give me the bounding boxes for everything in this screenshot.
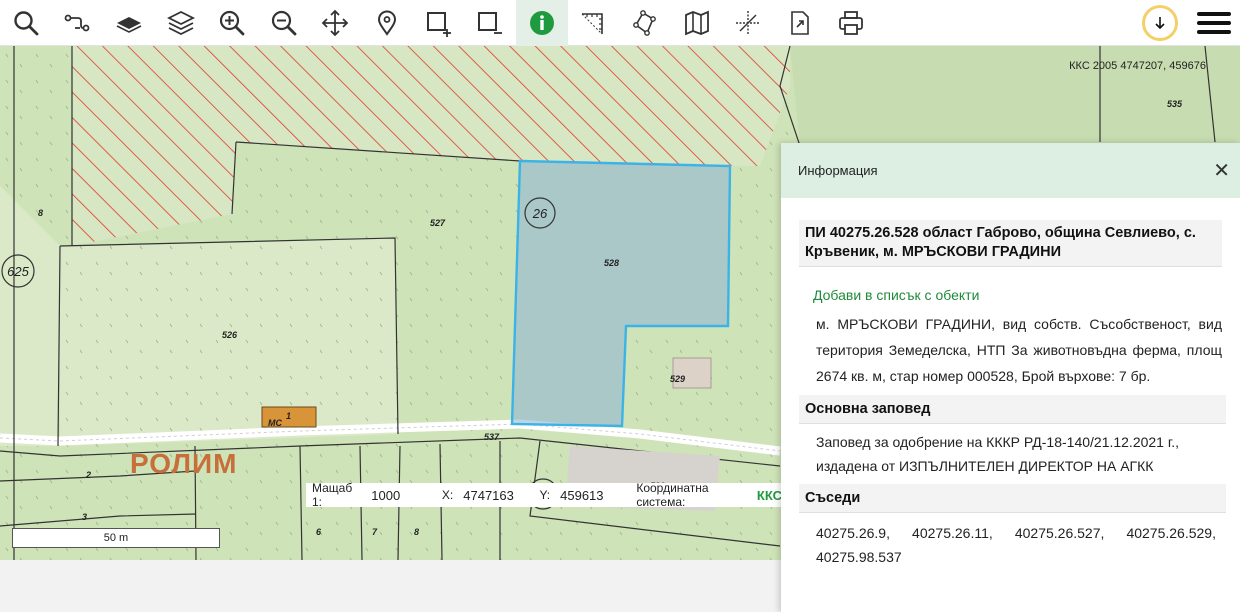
pan-button[interactable] — [310, 0, 362, 46]
layers-icon — [166, 10, 195, 35]
parcel-label: 8 — [414, 527, 419, 537]
location-pin-icon — [377, 10, 396, 36]
coordinate-bar: Мащаб 1: 1000 X: 4747163 Y: 459613 Коорд… — [306, 481, 782, 509]
neighbors-list: 40275.26.9, 40275.26.11, 40275.26.527, 4… — [816, 521, 1216, 569]
cadastre-map-app: 8 527 528 526 529 537 535 2 3 6 7 8 1 МС… — [0, 0, 1240, 612]
measure-distance-button[interactable] — [568, 0, 620, 46]
parcel-label: 1 — [286, 411, 291, 421]
info-panel: Информация ✕ ПИ 40275.26.528 област Габр… — [781, 143, 1240, 612]
search-button[interactable] — [0, 0, 52, 46]
measure-distance-icon — [581, 12, 604, 34]
neighbor-link[interactable]: 40275.26.529, — [1126, 521, 1216, 545]
circle-label: 26 — [532, 206, 548, 221]
parcel-label: 529 — [670, 374, 685, 384]
draw-area-add-button[interactable] — [413, 0, 465, 46]
neighbor-link[interactable]: 40275.26.9, — [816, 521, 890, 545]
base-layer-button[interactable] — [103, 0, 155, 46]
y-value: 459613 — [560, 487, 604, 503]
add-to-list-link[interactable]: Добави в списък с обекти — [813, 287, 1222, 303]
circle-label: 625 — [7, 264, 29, 279]
info-panel-header: Информация ✕ — [781, 143, 1240, 198]
parcel-label: 527 — [430, 218, 446, 228]
layers-button[interactable] — [155, 0, 207, 46]
coordinates-icon — [736, 10, 761, 35]
pan-icon — [322, 9, 349, 36]
order-heading: Основна заповед — [799, 395, 1226, 424]
parcel-label: 8 — [38, 208, 43, 218]
info-button[interactable] — [515, 0, 568, 46]
measure-polygon-button[interactable] — [619, 0, 671, 46]
coord-system-value[interactable]: ККС — [757, 488, 782, 503]
hamburger-menu-icon[interactable] — [1188, 0, 1240, 46]
neighbor-link[interactable]: 40275.98.537 — [816, 545, 902, 569]
zoom-out-button[interactable] — [258, 0, 310, 46]
export-button[interactable] — [774, 0, 826, 46]
x-label: X: — [441, 488, 454, 502]
y-label: Y: — [539, 488, 551, 502]
parcel-title: ПИ 40275.26.528 област Габрово, община С… — [799, 220, 1222, 267]
download-arrow-icon — [1155, 17, 1165, 30]
toolbar — [0, 0, 1240, 46]
measure-polygon-icon — [633, 9, 656, 36]
x-value: 4747163 — [463, 487, 514, 503]
draw-area-add-icon — [426, 11, 451, 37]
layer-single-icon — [116, 16, 142, 33]
close-icon[interactable]: ✕ — [1213, 161, 1230, 181]
map-icon — [684, 10, 709, 35]
parcel-label: МС — [268, 418, 282, 428]
parcel-label: 535 — [1167, 99, 1183, 109]
parcel-label: 3 — [82, 512, 87, 522]
zoom-in-icon — [220, 10, 245, 35]
search-icon — [14, 10, 39, 35]
parcel-label: 526 — [222, 330, 238, 340]
map-view-button[interactable] — [671, 0, 723, 46]
coord-system-label: Координатна система: — [636, 481, 709, 509]
neighbors-heading: Съседи — [799, 484, 1226, 513]
parcel-label: 537 — [484, 432, 500, 442]
export-icon — [790, 10, 809, 35]
coordinates-button[interactable] — [722, 0, 774, 46]
coordinate-readout-top: ККС 2005 4747207, 459676 — [1069, 60, 1206, 72]
parcel-label: 528 — [604, 258, 619, 268]
info-icon — [529, 10, 554, 35]
parcel-description: м. МРЪСКОВИ ГРАДИНИ, вид собств. Съсобст… — [816, 316, 1222, 384]
draw-area-remove-icon — [478, 11, 503, 34]
parcel-label: 2 — [85, 470, 91, 480]
neighbor-link[interactable]: 40275.26.527, — [1015, 521, 1105, 545]
zoom-out-icon — [271, 10, 297, 35]
route-icon — [64, 14, 90, 31]
route-button[interactable] — [52, 0, 104, 46]
order-text: Заповед за одобрение на КККР РД-18-140/2… — [816, 434, 1180, 474]
zoom-in-button[interactable] — [206, 0, 258, 46]
neighbor-link[interactable]: 40275.26.11, — [912, 521, 993, 545]
download-button[interactable] — [1142, 5, 1178, 41]
info-panel-title: Информация — [798, 163, 878, 178]
draw-area-remove-button[interactable] — [464, 0, 516, 46]
scale-bar: 50 m — [12, 528, 220, 548]
print-button[interactable] — [826, 0, 878, 46]
location-button[interactable] — [361, 0, 413, 46]
print-icon — [839, 10, 864, 35]
watermark-logo: РОЛИМ — [130, 448, 238, 479]
scale-label: Мащаб 1: — [312, 481, 353, 509]
info-panel-body: ПИ 40275.26.528 област Габрово, община С… — [781, 198, 1240, 569]
scale-value[interactable]: 1000 — [367, 488, 436, 503]
